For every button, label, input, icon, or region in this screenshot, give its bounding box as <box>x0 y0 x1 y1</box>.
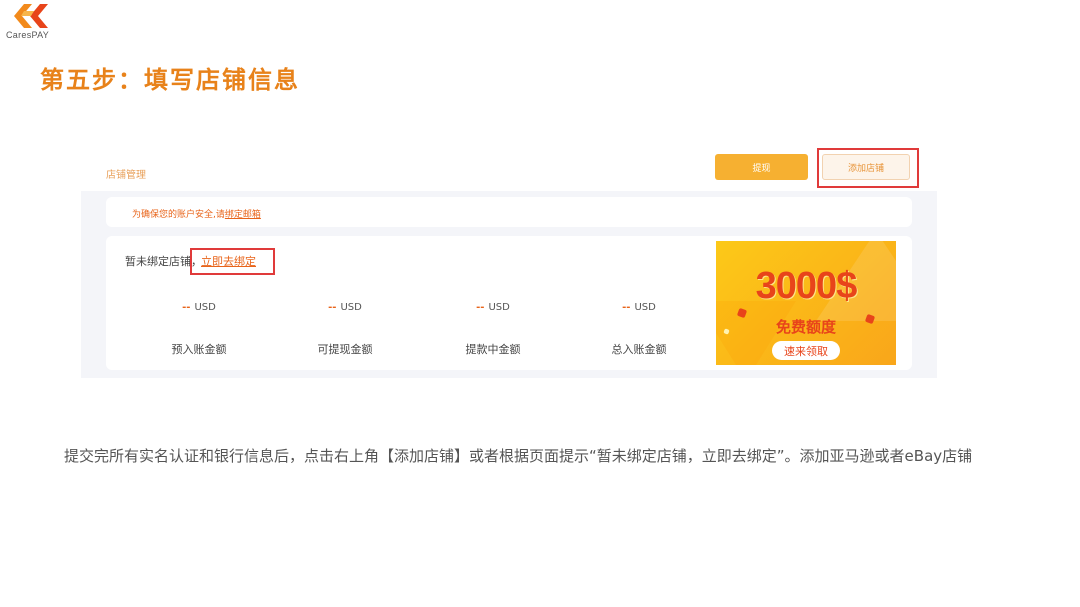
slide: CaresPAY 第五步：填写店铺信息 店铺管理 提现 添加店铺 为确保您的账户… <box>0 0 1080 607</box>
stat-label: 总入账金额 <box>611 343 667 356</box>
stat-total-credited: -- USD 总入账金额 <box>579 302 699 357</box>
stat-value: -- USD <box>476 302 510 313</box>
promo-amount: 3000$ <box>755 265 858 307</box>
free-quota-promo-banner[interactable]: 3000$ 免费额度 速来领取 <box>716 241 896 365</box>
add-store-highlight <box>817 148 919 188</box>
stat-withdrawable: -- USD 可提现金额 <box>285 302 405 357</box>
stat-label: 提款中金额 <box>465 343 521 356</box>
logo-mark-icon <box>14 4 48 28</box>
stat-pre-credited: -- USD 预入账金额 <box>139 302 259 357</box>
stat-value: -- USD <box>182 302 216 313</box>
security-notice-bar: 为确保您的账户安全,请绑定邮箱 <box>106 197 912 227</box>
store-page-header: 店铺管理 提现 添加店铺 <box>81 143 937 191</box>
logo-text: CaresPAY <box>6 30 50 40</box>
carespay-logo: CaresPAY <box>6 2 68 42</box>
stat-value: -- USD <box>622 302 656 313</box>
slide-caption: 提交完所有实名认证和银行信息后，点击右上角【添加店铺】或者根据页面提示“暂未绑定… <box>64 447 973 465</box>
stat-withdrawing: -- USD 提款中金额 <box>433 302 553 357</box>
store-management-screenshot: 店铺管理 提现 添加店铺 为确保您的账户安全,请绑定邮箱 暂未绑定店铺， 立即去… <box>81 143 937 378</box>
withdraw-button[interactable]: 提现 <box>715 154 808 180</box>
stat-label: 可提现金额 <box>317 343 373 356</box>
security-notice-text: 为确保您的账户安全,请 <box>132 210 225 220</box>
stat-value: -- USD <box>328 302 362 313</box>
stat-label: 预入账金额 <box>171 343 227 356</box>
bind-email-link[interactable]: 绑定邮箱 <box>225 210 261 220</box>
slide-title: 第五步：填写店铺信息 <box>40 66 300 94</box>
store-management-title: 店铺管理 <box>106 170 146 181</box>
claim-now-button[interactable]: 速来领取 <box>772 341 840 360</box>
promo-subtitle: 免费额度 <box>775 318 836 336</box>
security-notice: 为确保您的账户安全,请绑定邮箱 <box>132 207 261 220</box>
bind-now-highlight <box>190 248 275 275</box>
